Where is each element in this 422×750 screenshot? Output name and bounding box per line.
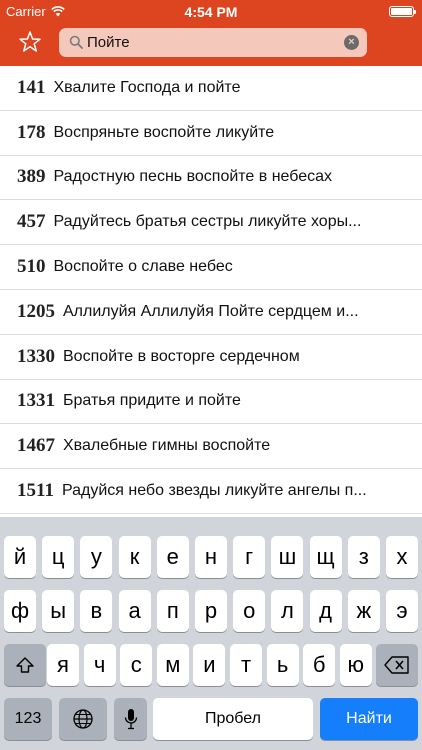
key-letter[interactable]: л [271, 590, 304, 632]
microphone-icon[interactable] [114, 698, 147, 740]
key-letter[interactable]: щ [309, 536, 342, 578]
search-value[interactable]: Пойте [87, 34, 130, 51]
key-letter[interactable]: е [156, 536, 189, 578]
key-letter[interactable]: ф [4, 590, 36, 632]
list-item[interactable]: 389 Радостную песнь воспойте в небесах [0, 156, 422, 201]
globe-icon[interactable] [59, 698, 107, 740]
hymn-title: Воспойте о славе небес [53, 258, 233, 276]
keyboard: 123 Пробел Найти йцукенгшщзх фывапролджэ я… [0, 517, 422, 750]
key-letter[interactable]: э [386, 590, 418, 632]
star-outline-icon[interactable] [18, 30, 42, 54]
key-letter[interactable]: я [47, 644, 79, 686]
list-item[interactable]: 1467 Хвалебные гимны воспойте [0, 424, 422, 470]
hymn-number: 1205 [17, 300, 55, 322]
hymn-number: 1330 [17, 345, 55, 367]
hymn-title: Братья придите и пойте [63, 392, 241, 410]
battery-icon [389, 6, 416, 17]
list-item[interactable]: 510 Воспойте о славе небес [0, 245, 422, 290]
numbers-key[interactable]: 123 [4, 698, 52, 740]
key-letter[interactable]: ш [271, 536, 304, 578]
key-letter[interactable]: м [156, 644, 189, 686]
key-letter[interactable]: н [195, 536, 227, 578]
shift-arrow-icon[interactable] [4, 644, 46, 686]
list-item[interactable]: 457 Радуйтесь братья сестры ликуйте хоры.… [0, 200, 422, 246]
space-key[interactable]: Пробел [153, 698, 313, 740]
key-letter[interactable]: ч [83, 644, 116, 686]
hymn-number: 178 [17, 121, 46, 143]
key-letter[interactable]: й [4, 536, 36, 578]
key-letter[interactable]: д [309, 590, 342, 632]
hymn-number: 1331 [17, 390, 55, 412]
hymn-title: Радостную песнь воспойте в небесах [53, 168, 333, 186]
key-letter[interactable]: ц [42, 536, 75, 578]
key-letter[interactable]: т [230, 644, 262, 686]
key-letter[interactable]: ь [266, 644, 299, 686]
hymn-title: Радуйтесь братья сестры ликуйте хоры... [53, 213, 362, 231]
list-item[interactable]: 1205 Аллилуйя Аллилуйя Пойте сердцем и... [0, 290, 422, 335]
clear-x-icon[interactable]: × [344, 35, 359, 50]
key-letter[interactable]: и [193, 644, 226, 686]
list-item[interactable]: 141 Хвалите Господа и пойте [0, 66, 422, 111]
key-letter[interactable]: з [347, 536, 380, 578]
hymn-title: Хвалите Господа и пойте [53, 78, 241, 96]
key-letter[interactable]: б [303, 644, 336, 686]
backspace-icon[interactable] [376, 644, 418, 686]
key-letter[interactable]: о [233, 590, 266, 632]
key-letter[interactable]: ж [347, 590, 380, 632]
key-letter[interactable]: х [386, 536, 418, 578]
key-letter[interactable]: у [80, 536, 113, 578]
hymn-title: Воспойте в восторге сердечном [63, 347, 300, 365]
key-letter[interactable]: к [118, 536, 151, 578]
status-bar: Carrier 4:54 PM [0, 0, 422, 22]
list-item[interactable]: 178 Воспряньте воспойте ликуйте [0, 111, 422, 156]
hymn-title: Воспряньте воспойте ликуйте [53, 123, 275, 141]
hymn-number: 1511 [17, 480, 54, 502]
hymn-number: 141 [17, 76, 46, 98]
list-item[interactable]: 1331 Братья придите и пойте [0, 380, 422, 425]
key-letter[interactable]: п [156, 590, 189, 632]
key-letter[interactable]: ю [339, 644, 372, 686]
app-header: Carrier 4:54 PM Пойте × [0, 0, 422, 66]
list-item[interactable]: 1330 Воспойте в восторге сердечном [0, 335, 422, 380]
key-letter[interactable]: с [120, 644, 153, 686]
hymn-number: 1467 [17, 435, 55, 457]
hymn-number: 510 [17, 256, 46, 278]
list-item[interactable]: 1511 Радуйся небо звезды ликуйте ангелы п… [0, 469, 422, 514]
hymn-title: Аллилуйя Аллилуйя Пойте сердцем и... [63, 302, 359, 320]
key-letter[interactable]: ы [42, 590, 75, 632]
hymn-title: Хвалебные гимны воспойте [63, 437, 271, 455]
status-time: 4:54 PM [184, 4, 238, 20]
key-letter[interactable]: г [233, 536, 266, 578]
hymn-number: 389 [17, 166, 46, 188]
magnifier-icon [69, 35, 83, 49]
results-list: 141 Хвалите Господа и пойте 178 Воспряньте … [0, 66, 422, 514]
key-letter[interactable]: а [118, 590, 151, 632]
key-letter[interactable]: в [80, 590, 113, 632]
key-letter[interactable]: р [195, 590, 227, 632]
hymn-number: 457 [17, 211, 46, 233]
search-input[interactable]: Пойте × [59, 28, 367, 57]
search-go-key[interactable]: Найти [320, 698, 418, 740]
hymn-title: Радуйся небо звезды ликуйте ангелы п... [61, 482, 367, 500]
